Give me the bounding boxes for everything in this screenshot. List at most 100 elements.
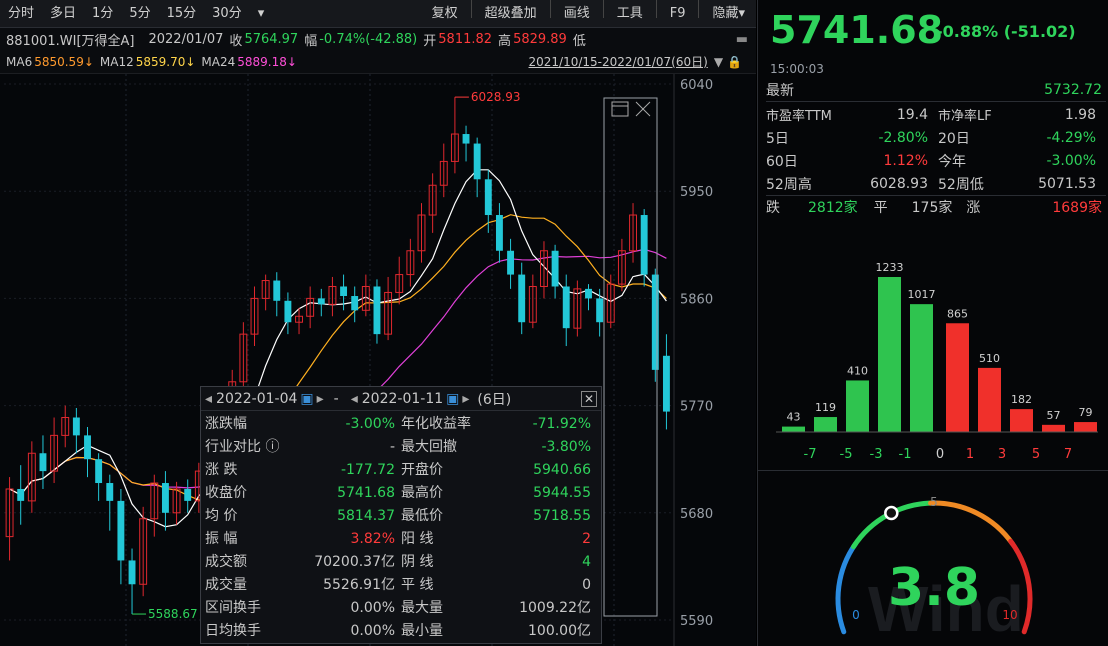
bar-value-label: 1233 (876, 261, 904, 274)
pb-value: 1.98 (1064, 106, 1096, 123)
prev-date-icon[interactable]: ◂ (351, 391, 358, 407)
candle-body (507, 250, 515, 275)
ytd-label: 今年 (938, 153, 966, 170)
distribution-axis-label: 7 (1064, 447, 1072, 462)
candle (562, 274, 570, 347)
d20-value: -4.29% (1046, 129, 1096, 146)
lock-icon[interactable]: 🔒 (727, 55, 742, 69)
distribution-bar (1042, 424, 1065, 432)
high-value: 5829.89 (513, 31, 567, 47)
period-toolbar: 分时 多日 1分 5分 15分 30分 ▾ 复权 超级叠加 画线 工具 F9 隐… (0, 0, 756, 28)
distribution-axis-label: 0 (936, 447, 944, 462)
stat-value: 5814.37 (337, 508, 395, 524)
dropdown-icon[interactable]: ▼ (714, 55, 723, 69)
tab-15min[interactable]: 15分 (159, 0, 205, 28)
candle (518, 262, 526, 335)
candle-body (585, 288, 592, 299)
interval-stats-popup: ◂ 2022-01-04 ▣ ▸ - ◂ 2022-01-11 ▣ ▸ (6日)… (200, 386, 602, 644)
tools-button[interactable]: 工具 (606, 0, 654, 28)
popup-header: ◂ 2022-01-04 ▣ ▸ - ◂ 2022-01-11 ▣ ▸ (6日)… (201, 387, 601, 411)
stat-value: -71.92% (532, 416, 591, 432)
stat-label: 平 线 (401, 577, 434, 593)
ma12-value: 5859.70↓ (135, 54, 196, 69)
stat-label: 最高价 (401, 485, 443, 501)
candle (27, 441, 36, 513)
divider (602, 0, 604, 18)
candle-body (117, 500, 125, 561)
candle (428, 173, 437, 233)
candle (573, 280, 582, 337)
candle (507, 238, 515, 289)
candle (117, 488, 125, 585)
d5-value: -2.80% (878, 129, 928, 146)
range-selection-box (603, 97, 658, 617)
next-date-icon[interactable]: ▸ (317, 391, 324, 407)
f9-button[interactable]: F9 (659, 0, 697, 28)
max-price-label: 6028.93 (471, 90, 521, 104)
tab-1min[interactable]: 1分 (84, 0, 121, 28)
candle-body (39, 453, 47, 472)
low-label: 低 (572, 33, 586, 49)
tab-intraday[interactable]: 分时 (0, 0, 42, 28)
candle (161, 471, 169, 531)
divider (470, 0, 472, 18)
adjust-button[interactable]: 复权 (421, 0, 469, 28)
candle (495, 203, 503, 263)
stat-label: 阳 线 (401, 531, 434, 547)
close-icon[interactable]: ▬ (736, 32, 748, 47)
calendar-icon[interactable]: ▣ (300, 391, 313, 407)
stat-label: 年化收益率 (401, 416, 471, 432)
candle (528, 274, 537, 329)
candle-body (273, 280, 281, 301)
security-code: 881001.WI[万得全A] (6, 33, 135, 49)
period-dropdown-icon[interactable]: ▾ (250, 0, 273, 28)
tab-30min[interactable]: 30分 (204, 0, 250, 28)
tab-multi-day[interactable]: 多日 (42, 0, 84, 28)
return-row-1: 5日 -2.80% 20日 -4.29% (766, 126, 1106, 149)
date-range[interactable]: 2021/10/15-2022/01/07(60日) (529, 53, 708, 70)
candle-body (484, 179, 492, 216)
candle-body (462, 134, 470, 144)
overlay-button[interactable]: 超级叠加 (474, 0, 548, 28)
candle (551, 244, 559, 299)
hi52-value: 6028.93 (870, 175, 928, 192)
distribution-axis-label: -5 (840, 447, 853, 462)
end-date[interactable]: 2022-01-11 (362, 391, 443, 407)
draw-button[interactable]: 画线 (553, 0, 601, 28)
candle-body (17, 488, 25, 501)
high-label: 高 (498, 33, 512, 49)
distribution-axis-label: 3 (998, 447, 1006, 462)
stat-label: 最低价 (401, 508, 443, 524)
y-tick-label: 5860 (680, 292, 713, 307)
stat-label: 涨跌幅 (205, 416, 247, 432)
candle (629, 203, 637, 263)
kline-panel: 分时 多日 1分 5分 15分 30分 ▾ 复权 超级叠加 画线 工具 F9 隐… (0, 0, 756, 646)
candle (651, 268, 659, 382)
stat-label: 区间换手 (205, 600, 261, 616)
tab-5min[interactable]: 5分 (121, 0, 158, 28)
bar-value-label: 57 (1047, 409, 1061, 422)
calendar-icon[interactable]: ▣ (446, 391, 459, 407)
candle (473, 137, 481, 198)
close-icon[interactable] (635, 101, 651, 117)
candle (261, 274, 270, 311)
hide-button[interactable]: 隐藏▾ (701, 0, 756, 28)
candle (139, 506, 148, 597)
candle (351, 286, 359, 323)
candle-body (84, 435, 91, 460)
candle-body (340, 286, 348, 297)
candle (328, 276, 337, 317)
next-date-icon[interactable]: ▸ (462, 391, 469, 407)
gauge-needle-knob (884, 505, 899, 521)
distribution-bar (946, 323, 969, 432)
close-icon[interactable]: ✕ (581, 390, 597, 407)
candle (484, 169, 492, 233)
candle (106, 474, 114, 531)
candle (5, 477, 14, 561)
prev-date-icon[interactable]: ◂ (205, 391, 212, 407)
candle-body (596, 298, 604, 323)
start-date[interactable]: 2022-01-04 (216, 391, 297, 407)
d60-label: 60日 (766, 153, 798, 170)
distribution-axis-label: -1 (899, 447, 912, 462)
gauge-value: 3.8 (888, 558, 980, 618)
